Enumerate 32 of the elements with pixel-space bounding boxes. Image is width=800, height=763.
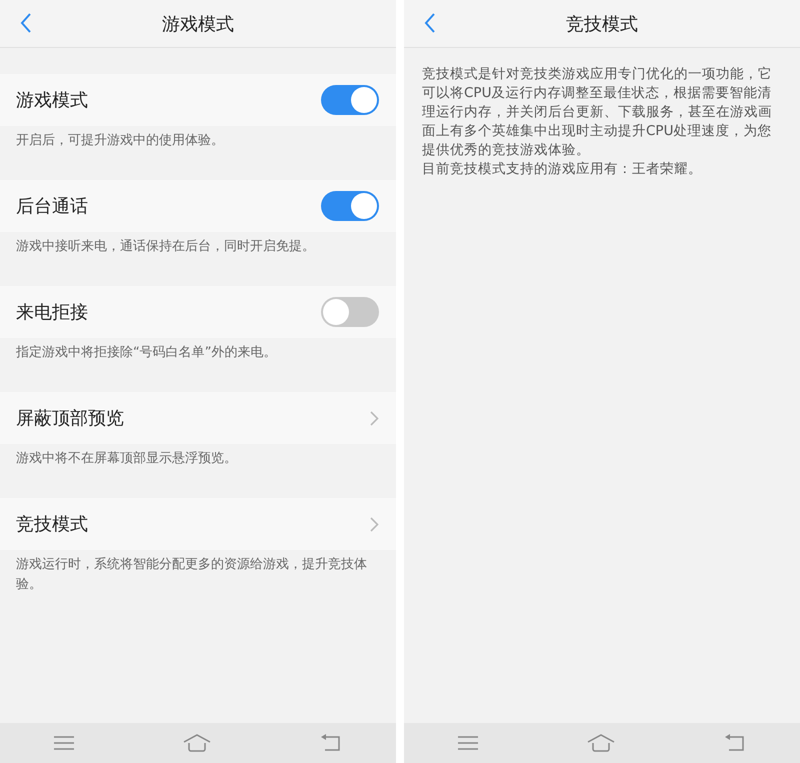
toggle-switch[interactable] <box>321 85 379 115</box>
home-button[interactable] <box>182 734 211 752</box>
setting-row[interactable]: 来电拒接 <box>0 286 396 338</box>
setting-description: 游戏运行时，系统将智能分配更多的资源给游戏，提升竞技体验。 <box>15 556 368 594</box>
setting-description: 开启后，可提升游戏中的使用体验。 <box>15 132 225 150</box>
chevron-left-icon <box>20 13 32 33</box>
description-paragraph: 竞技模式是针对竞技类游戏应用专门优化的一项功能，它可以将CPU及运行内存调整至最佳状态，根据需要智能清理运行内存，并关闭后台更新、下载服务，甚至在游戏画面上有多个英雄集中出现时主动提升CPU处理速度，为您提供优秀的竞技游戏体验。 <box>422 65 773 160</box>
setting-label: 竞技模式 <box>16 513 88 536</box>
screen-title: 竞技模式 <box>566 12 638 36</box>
menu-button[interactable] <box>54 736 74 750</box>
chevron-right-icon <box>370 516 379 532</box>
chevron-left-icon <box>424 13 436 33</box>
setting-label: 来电拒接 <box>16 301 88 324</box>
setting-label: 游戏模式 <box>16 89 88 112</box>
back-nav-button[interactable] <box>724 734 746 752</box>
toggle-switch[interactable] <box>321 297 379 327</box>
setting-row[interactable]: 竞技模式 <box>0 498 396 550</box>
setting-description: 指定游戏中将拒接除“号码白名单”外的来电。 <box>15 344 278 362</box>
setting-row[interactable]: 后台通话 <box>0 180 396 232</box>
description-paragraph: 目前竞技模式支持的游戏应用有：王者荣耀。 <box>422 160 703 179</box>
menu-button[interactable] <box>458 736 478 750</box>
setting-label: 后台通话 <box>16 195 88 218</box>
toggle-switch[interactable] <box>321 191 379 221</box>
setting-description: 游戏中将不在屏幕顶部显示悬浮预览。 <box>15 450 238 468</box>
setting-row[interactable]: 屏蔽顶部预览 <box>0 392 396 444</box>
chevron-right-icon <box>370 410 379 426</box>
screen-title: 游戏模式 <box>162 12 234 36</box>
back-nav-button[interactable] <box>320 734 342 752</box>
setting-description: 游戏中接听来电，通话保持在后台，同时开启免提。 <box>15 238 316 256</box>
home-button[interactable] <box>586 734 615 752</box>
setting-label: 屏蔽顶部预览 <box>16 407 124 430</box>
setting-row[interactable]: 游戏模式 <box>0 74 396 126</box>
